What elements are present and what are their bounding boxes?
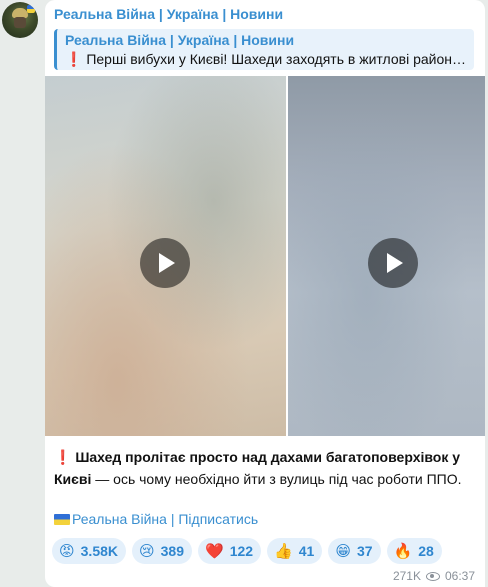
reaction-count: 122 [229,543,254,559]
play-icon[interactable] [140,238,190,288]
heart-icon: ❤️ [205,542,224,560]
exclamation-icon: ❗ [65,51,83,67]
ukraine-flag-icon [54,514,70,525]
reply-text: ❗ Перші вибухи у Києві! Шахеди заходять … [65,51,466,68]
video-thumbnail-2[interactable] [288,76,485,436]
reaction-fire[interactable]: 🔥 28 [386,538,442,564]
reaction-grin[interactable]: 😁 37 [328,538,381,564]
grinning-face-icon: 😁 [335,542,351,560]
video-thumbnail-1[interactable] [45,76,286,436]
reaction-count: 28 [418,543,434,559]
reply-preview[interactable]: Реальна Війна | Україна | Новини ❗ Перші… [54,29,474,70]
view-count: 271K [392,569,421,583]
exclamation-icon: ❗️ [54,449,72,465]
reaction-count: 37 [356,543,373,559]
subscribe-link[interactable]: Реальна Війна | Підписатись [54,511,258,527]
crying-face-icon: 😢 [139,542,155,560]
message-caption: ❗️ Шахед пролітає просто над дахами бага… [54,446,474,490]
reaction-thumbs-up[interactable]: 👍 41 [267,538,323,564]
reaction-heart[interactable]: ❤️ 122 [198,538,262,564]
reply-title: Реальна Війна | Україна | Новини [65,32,295,48]
reply-text-body: Перші вибухи у Києві! Шахеди заходять в … [86,51,466,67]
reaction-count: 3.58K [80,543,118,559]
ukraine-flag-icon [27,5,35,13]
reactions-bar: 😡 3.58K 😢 389 ❤️ 122 👍 41 😁 37 🔥 28 [52,538,442,564]
eye-icon [425,571,440,581]
reaction-angry[interactable]: 😡 3.58K [52,538,126,564]
message-meta: 271K 06:37 [393,569,475,583]
message-bubble: Реальна Війна | Україна | Новини Реальна… [45,0,485,587]
caption-body: — ось чому необхідно йти з вулиць під ча… [91,471,462,487]
fire-icon: 🔥 [393,542,413,560]
reaction-count: 389 [160,543,184,559]
reaction-crying[interactable]: 😢 389 [132,538,192,564]
subscribe-link-text: Реальна Війна | Підписатись [72,511,259,527]
play-icon[interactable] [368,238,418,288]
reaction-count: 41 [298,543,315,559]
channel-avatar[interactable] [2,2,38,38]
soldier-face [14,17,26,28]
channel-name[interactable]: Реальна Війна | Україна | Новини [54,6,283,22]
thumbs-up-icon: 👍 [274,542,293,560]
message-time: 06:37 [444,569,475,583]
angry-face-icon: 😡 [59,542,75,560]
media-group [45,76,485,436]
